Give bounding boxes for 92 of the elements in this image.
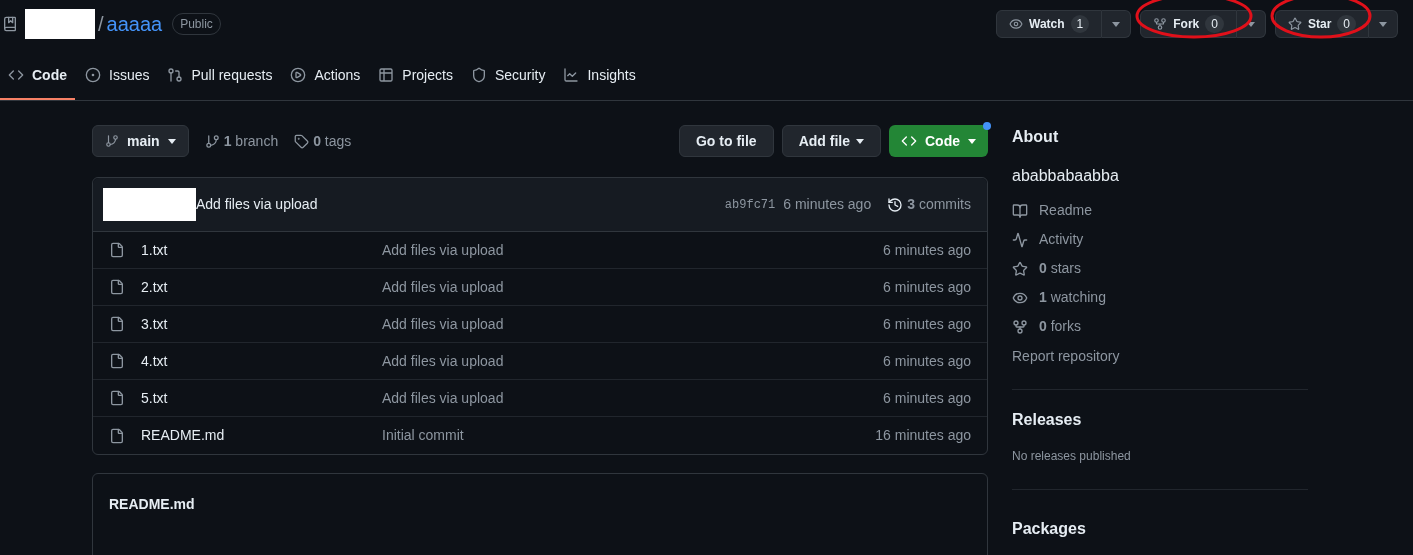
star-icon — [1287, 17, 1302, 31]
about-link[interactable]: 1 watching — [1012, 288, 1308, 307]
repo-description: ababbabaabba — [1012, 166, 1120, 186]
file-time: 6 minutes ago — [883, 388, 971, 408]
pull-request-icon — [167, 67, 184, 83]
file-time: 6 minutes ago — [883, 351, 971, 371]
tag-icon — [294, 133, 310, 149]
readme-title: README.md — [109, 496, 195, 512]
button-label: Star — [1307, 16, 1332, 33]
commit-message-link[interactable]: Add files via upload — [196, 194, 318, 215]
code-icon — [8, 67, 24, 83]
dropdown-button[interactable] — [1102, 10, 1132, 38]
fork-icon — [1153, 17, 1168, 31]
file-icon — [109, 427, 125, 444]
caret-icon — [1112, 21, 1121, 27]
report-link[interactable]: Report repository — [1012, 346, 1308, 367]
branch-count-link[interactable]: 1 branch — [204, 130, 279, 152]
branch-selector[interactable]: main — [92, 125, 189, 157]
commits-link[interactable]: 3 commits — [887, 194, 971, 215]
book-icon — [1012, 202, 1028, 219]
table-icon — [378, 67, 395, 83]
tag-count-link[interactable]: 0 tags — [294, 130, 352, 152]
file-commit-link[interactable]: Initial commit — [382, 425, 464, 446]
nav-tab[interactable]: Issues — [77, 52, 158, 100]
graph-icon — [563, 67, 580, 83]
watch-button[interactable]: Watch 1 — [996, 10, 1103, 38]
dropdown-button[interactable] — [1369, 10, 1398, 38]
repo-icon — [2, 16, 18, 32]
branch-icon — [204, 133, 220, 149]
file-name-link[interactable]: 4.txt — [141, 350, 382, 372]
file-time: 6 minutes ago — [883, 277, 971, 297]
file-name-link[interactable]: 2.txt — [141, 276, 382, 298]
star-icon — [1012, 260, 1028, 277]
shield-icon — [470, 67, 487, 83]
counter-badge: 1 — [1070, 15, 1090, 33]
caret-icon — [968, 138, 976, 144]
file-commit-link[interactable]: Add files via upload — [382, 239, 504, 261]
file-name-link[interactable]: 1.txt — [141, 239, 382, 261]
file-name-link[interactable]: 3.txt — [141, 313, 382, 335]
file-commit-link[interactable]: Add files via upload — [382, 276, 504, 298]
go-to-file-button[interactable]: Go to file — [679, 125, 774, 157]
file-commit-link[interactable]: Add files via upload — [382, 387, 504, 409]
nav-tab[interactable]: Insights — [555, 52, 644, 100]
code-icon — [901, 133, 917, 149]
eye-icon — [1009, 17, 1023, 31]
file-commit-link[interactable]: Add files via upload — [382, 313, 504, 335]
caret-icon — [167, 138, 176, 144]
about-link[interactable]: Activity — [1012, 230, 1308, 249]
fork-button[interactable]: Fork 0 — [1140, 10, 1237, 38]
file-time: 16 minutes ago — [875, 426, 971, 445]
caret-icon — [1379, 21, 1387, 27]
counter-badge: 0 — [1337, 15, 1356, 33]
file-name-link[interactable]: README.md — [141, 425, 382, 446]
file-icon — [109, 316, 125, 332]
nav-tab[interactable]: Security — [462, 52, 554, 100]
counter-badge: 0 — [1205, 15, 1224, 33]
file-time: 6 minutes ago — [883, 240, 971, 260]
fork-icon — [1012, 318, 1028, 335]
nav-tab[interactable]: Code — [0, 52, 75, 100]
packages-heading: Packages — [1012, 520, 1086, 537]
file-time: 6 minutes ago — [883, 314, 971, 334]
releases-heading: Releases — [1012, 410, 1083, 430]
about-heading: About — [1012, 127, 1060, 147]
caret-icon — [1246, 21, 1255, 27]
nav-tab[interactable]: Pull requests — [159, 52, 281, 100]
about-link[interactable]: 0 forks — [1012, 317, 1308, 336]
play-icon — [290, 67, 307, 83]
file-icon — [109, 390, 125, 406]
nav-tab[interactable]: Projects — [370, 52, 461, 100]
file-name-link[interactable]: 5.txt — [141, 387, 382, 409]
path-separator: / — [98, 12, 104, 37]
about-link[interactable]: 0 stars — [1012, 259, 1308, 278]
button-label: Fork — [1173, 16, 1200, 33]
about-link[interactable]: Readme — [1012, 201, 1308, 220]
add-file-button[interactable]: Add file — [781, 125, 881, 157]
issue-icon — [85, 67, 101, 83]
history-icon — [887, 196, 904, 213]
code-button[interactable]: Code — [889, 125, 988, 157]
file-icon — [109, 242, 125, 258]
button-label: Watch — [1029, 16, 1065, 33]
pulse-icon — [1012, 231, 1028, 248]
nav-tab[interactable]: Actions — [282, 52, 369, 100]
releases-note: No releases published — [1012, 448, 1132, 465]
file-icon — [109, 353, 125, 369]
commit-hash[interactable]: ab9fc71 — [724, 195, 776, 214]
repo-name-link[interactable]: aaaaa — [106, 9, 163, 39]
branch-icon — [105, 134, 119, 148]
file-commit-link[interactable]: Add files via upload — [382, 350, 504, 372]
caret-icon — [856, 138, 864, 144]
file-icon — [109, 279, 125, 295]
commit-time: 6 minutes ago — [783, 195, 872, 214]
redaction-box — [25, 9, 95, 39]
